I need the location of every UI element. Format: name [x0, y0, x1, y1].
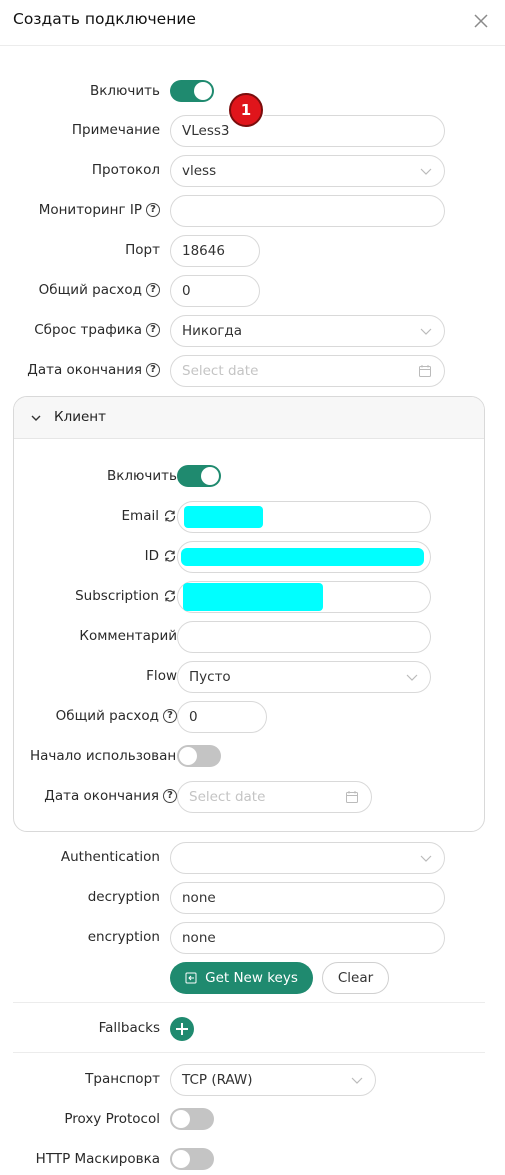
enable-toggle[interactable]: [170, 80, 214, 102]
help-icon[interactable]: ?: [163, 789, 177, 803]
auth-row: Authentication: [0, 841, 505, 875]
divider: [13, 1002, 485, 1003]
client-panel: Клиент Включить Email ID Subscription Ко…: [13, 396, 485, 832]
comment-row: Комментарий: [14, 620, 484, 654]
calendar-icon: [346, 791, 358, 803]
close-icon[interactable]: [472, 12, 490, 30]
transport-select[interactable]: TCP (RAW): [170, 1064, 376, 1096]
port-input[interactable]: 18646: [170, 235, 260, 267]
subscription-row: Subscription: [14, 580, 484, 614]
client-panel-header[interactable]: Клиент: [14, 397, 484, 439]
flow-label: Flow: [146, 668, 177, 684]
start-toggle[interactable]: [177, 745, 221, 767]
total-row: Общий расход? 0: [0, 274, 505, 308]
client-expiry-row: Дата окончания? Select date: [14, 780, 484, 814]
proxy-protocol-label: Proxy Protocol: [64, 1111, 160, 1127]
decryption-input[interactable]: none: [170, 882, 445, 914]
reset-label: Сброс трафика?: [34, 322, 160, 338]
chevron-down-icon: [31, 415, 41, 421]
proxy-protocol-row: Proxy Protocol: [0, 1103, 505, 1137]
auth-select[interactable]: [170, 842, 445, 874]
reset-row: Сброс трафика? Никогда: [0, 314, 505, 348]
divider: [13, 1052, 485, 1053]
transport-label: Транспорт: [85, 1071, 160, 1087]
expiry-date-picker[interactable]: Select date: [170, 355, 445, 387]
chevron-down-icon: [406, 674, 418, 681]
start-row: Начало использования: [14, 740, 484, 774]
remark-label: Примечание: [71, 122, 160, 138]
encryption-row: encryption none: [0, 921, 505, 955]
calendar-icon: [419, 365, 431, 377]
monitor-label: Мониторинг IP?: [39, 202, 160, 218]
chevron-down-icon: [420, 328, 432, 335]
client-total-label: Общий расход?: [56, 708, 177, 724]
id-label: ID: [145, 548, 177, 564]
chevron-down-icon: [420, 855, 432, 862]
help-icon[interactable]: ?: [163, 709, 177, 723]
clear-button[interactable]: Clear: [322, 962, 389, 994]
email-label: Email: [122, 508, 177, 524]
protocol-select[interactable]: vless: [170, 155, 445, 187]
subscription-label: Subscription: [75, 588, 177, 604]
encryption-input[interactable]: none: [170, 922, 445, 954]
encryption-label: encryption: [87, 929, 160, 945]
monitor-row: Мониторинг IP?: [0, 194, 505, 228]
total-label: Общий расход?: [39, 282, 160, 298]
proxy-protocol-toggle[interactable]: [170, 1108, 214, 1130]
remark-input[interactable]: VLess3: [170, 115, 445, 147]
refresh-icon[interactable]: [163, 509, 177, 523]
client-total-row: Общий расход? 0: [14, 700, 484, 734]
step-badge: 1: [229, 93, 263, 127]
http-masking-label: HTTP Маскировка: [35, 1151, 160, 1167]
comment-label: Комментарий: [79, 628, 177, 644]
flow-row: Flow Пусто: [14, 660, 484, 694]
expiry-row: Дата окончания? Select date: [0, 354, 505, 388]
port-label: Порт: [125, 242, 160, 258]
comment-input[interactable]: [177, 621, 431, 653]
modal-title: Создать подключение: [13, 10, 196, 28]
client-expiry-date-picker[interactable]: Select date: [177, 781, 372, 813]
refresh-icon[interactable]: [163, 589, 177, 603]
client-enable-row: Включить: [14, 460, 484, 494]
http-masking-toggle[interactable]: [170, 1148, 214, 1170]
redaction-block: [183, 583, 323, 611]
client-panel-title: Клиент: [54, 409, 106, 425]
port-row: Порт 18646: [0, 234, 505, 268]
help-icon[interactable]: ?: [146, 323, 160, 337]
protocol-label: Протокол: [91, 162, 160, 178]
help-icon[interactable]: ?: [146, 203, 160, 217]
client-enable-label: Включить: [107, 468, 177, 484]
fallbacks-row: Fallbacks: [0, 1012, 505, 1046]
help-icon[interactable]: ?: [146, 283, 160, 297]
add-fallback-button[interactable]: [170, 1017, 194, 1041]
redaction-block: [184, 506, 263, 528]
id-row: ID: [14, 540, 484, 574]
reset-select[interactable]: Никогда: [170, 315, 445, 347]
http-masking-row: HTTP Маскировка: [0, 1143, 505, 1175]
transport-row: Транспорт TCP (RAW): [0, 1063, 505, 1097]
expiry-label: Дата окончания?: [27, 362, 160, 378]
refresh-icon[interactable]: [163, 549, 177, 563]
email-row: Email: [14, 500, 484, 534]
client-total-input[interactable]: 0: [177, 701, 267, 733]
enable-label: Включить: [90, 83, 160, 99]
total-input[interactable]: 0: [170, 275, 260, 307]
protocol-row: Протокол vless: [0, 154, 505, 188]
start-label: Начало использования: [30, 748, 177, 764]
get-new-keys-button[interactable]: Get New keys: [170, 962, 313, 994]
decryption-label: decryption: [87, 889, 160, 905]
chevron-down-icon: [420, 168, 432, 175]
help-icon[interactable]: ?: [146, 363, 160, 377]
import-icon: [185, 972, 197, 984]
chevron-down-icon: [351, 1077, 363, 1084]
decryption-row: decryption none: [0, 881, 505, 915]
client-enable-toggle[interactable]: [177, 465, 221, 487]
redaction-block: [181, 548, 424, 566]
client-expiry-label: Дата окончания?: [44, 788, 177, 804]
flow-select[interactable]: Пусто: [177, 661, 431, 693]
modal-header: Создать подключение: [0, 0, 505, 46]
auth-label: Authentication: [60, 849, 160, 865]
fallbacks-label: Fallbacks: [98, 1020, 160, 1036]
monitor-input[interactable]: [170, 195, 445, 227]
